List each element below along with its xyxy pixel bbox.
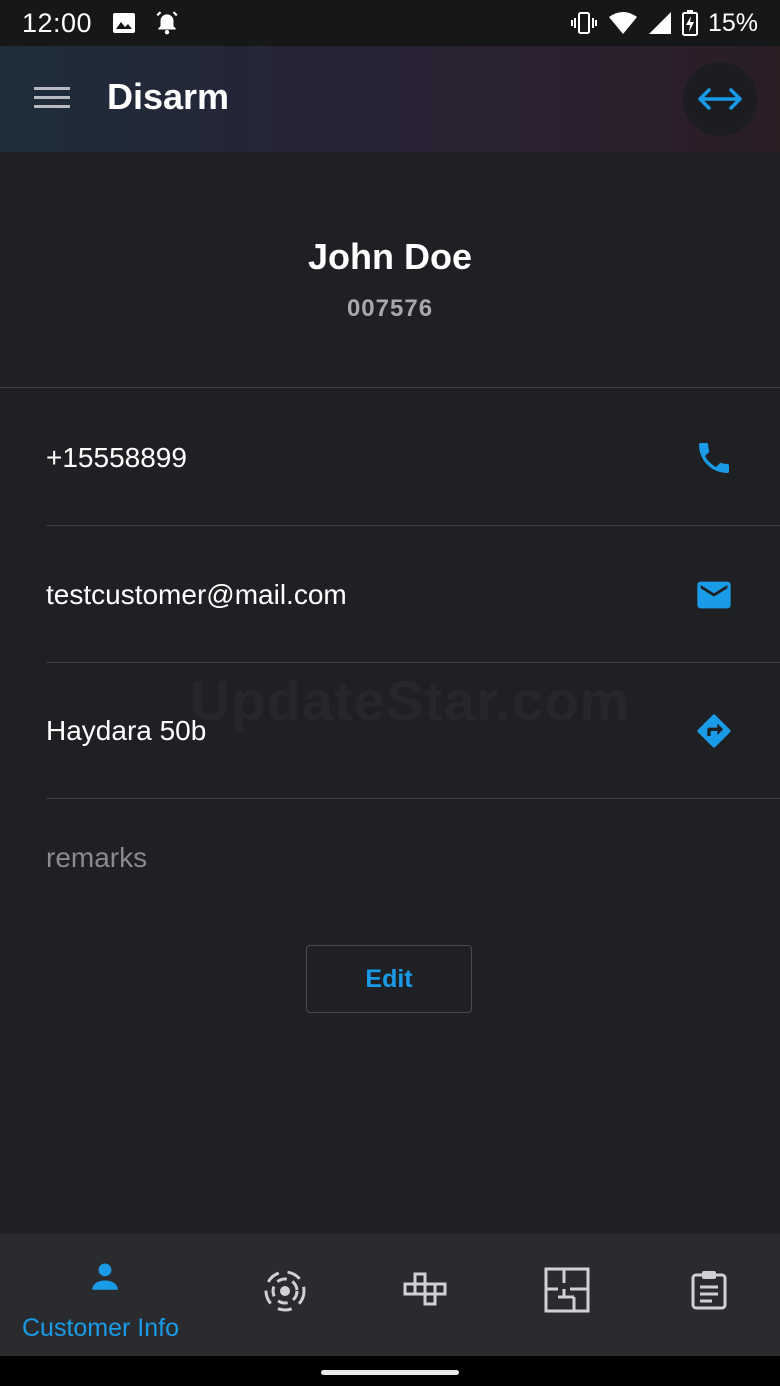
customer-name: John Doe [307,236,472,277]
signal-icon [648,12,671,34]
app-bar: Disarm [0,46,780,152]
clipboard-icon [691,1271,727,1310]
address: Haydara 50b [46,715,207,746]
nav-customer-info[interactable]: Customer Info [0,1234,212,1356]
divider [0,387,780,388]
phone-row[interactable]: +15558899 [46,390,780,526]
hamburger-menu-icon [34,87,70,108]
address-row[interactable]: Haydara 50b [46,663,780,799]
remarks-field[interactable]: remarks [46,842,147,874]
status-time: 12:00 [22,7,93,38]
gesture-bar [0,1356,780,1386]
email-address: testcustomer@mail.com [46,579,347,610]
person-icon [92,1263,118,1290]
image-icon [113,13,136,33]
zones-icon [403,1272,447,1306]
email-row[interactable]: testcustomer@mail.com [46,527,780,663]
edit-button[interactable]: Edit [306,945,472,1013]
directions-icon[interactable] [694,711,734,751]
battery-charging-icon [681,10,698,36]
nav-floor-plan[interactable] [522,1234,612,1356]
phone-number: +15558899 [46,442,187,473]
nav-label-customer-info: Customer Info [22,1314,180,1342]
swap-button[interactable] [683,62,757,136]
floor-plan-icon [544,1267,590,1313]
nav-sensors[interactable] [240,1234,330,1356]
alarm-icon [156,11,178,35]
mail-icon[interactable] [694,575,734,615]
menu-button[interactable] [34,84,72,114]
customer-profile: John Doe 007576 [0,152,780,388]
page-title: Disarm [107,76,230,117]
nav-reports[interactable] [664,1234,754,1356]
bottom-navigation: Customer Info [0,1234,780,1356]
wifi-icon [608,12,637,34]
swap-horizontal-icon [698,88,742,110]
vibrate-icon [570,12,597,34]
sensor-icon [264,1270,306,1312]
phone-icon[interactable] [694,438,734,478]
row-divider [46,525,780,526]
row-divider [46,798,780,799]
status-bar: 12:00 15% [0,0,780,46]
home-gesture-pill[interactable] [321,1370,459,1375]
customer-id: 007576 [346,295,434,322]
nav-zones[interactable] [380,1234,470,1356]
battery-percent: 15% [707,8,758,37]
